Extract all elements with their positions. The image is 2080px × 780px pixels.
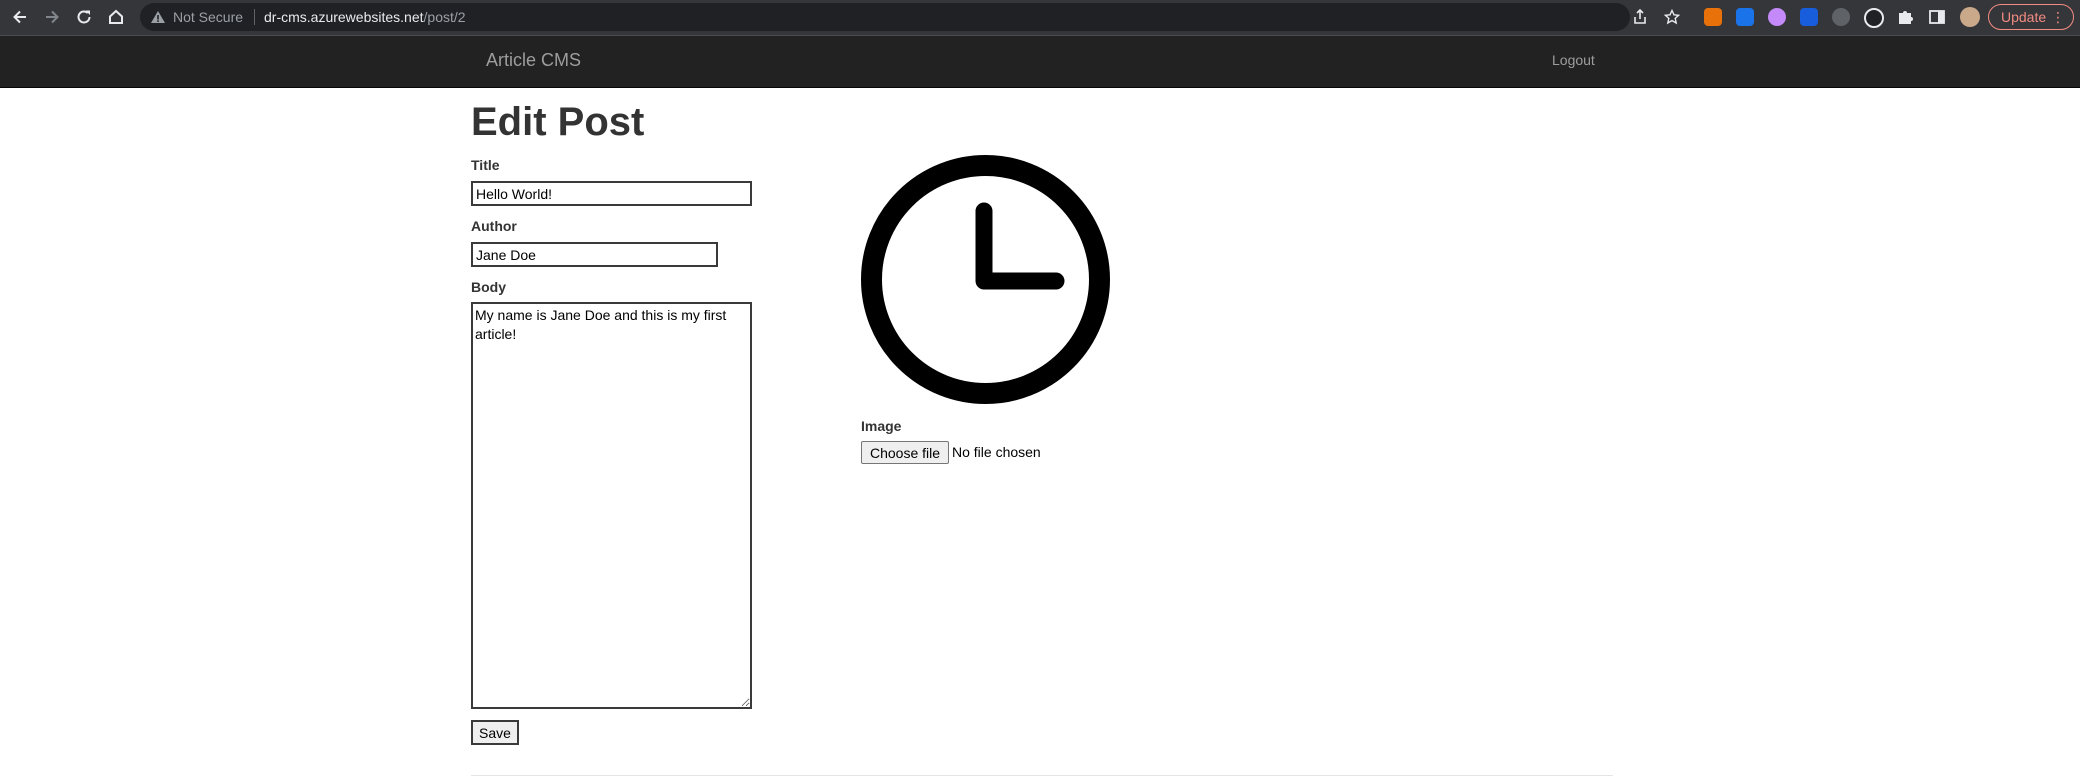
- download-extension-icon[interactable]: [1736, 8, 1754, 26]
- body-textarea[interactable]: My name is Jane Doe and this is my first…: [471, 302, 752, 709]
- site-navbar: Article CMS Logout: [0, 36, 2080, 88]
- image-label: Image: [861, 418, 902, 434]
- home-icon: [109, 9, 123, 24]
- shield-extension-icon[interactable]: [1800, 8, 1818, 26]
- back-arrow-icon: [13, 10, 26, 24]
- accessibility-extension-icon[interactable]: [1864, 8, 1884, 28]
- brand-link[interactable]: Article CMS: [486, 50, 581, 71]
- page-title: Edit Post: [471, 100, 645, 144]
- update-label: Update: [2001, 9, 2047, 25]
- title-label: Title: [471, 157, 500, 173]
- security-status[interactable]: Not Secure: [173, 9, 243, 25]
- address-bar[interactable]: Not Secure dr-cms.azurewebsites.net/post…: [140, 3, 1680, 31]
- url-host: dr-cms.azurewebsites.net: [264, 9, 424, 25]
- clock-icon: [861, 155, 1110, 404]
- author-label: Author: [471, 218, 517, 234]
- forward-arrow-icon: [46, 10, 59, 24]
- side-panel-icon[interactable]: [1928, 8, 1946, 26]
- back-button[interactable]: [8, 5, 32, 29]
- logout-link[interactable]: Logout: [1552, 52, 1595, 68]
- save-button[interactable]: Save: [471, 720, 519, 745]
- title-input[interactable]: [471, 181, 752, 206]
- rss-extension-icon[interactable]: [1704, 8, 1722, 26]
- choose-file-button[interactable]: Choose file: [861, 441, 949, 464]
- address-divider: [254, 9, 255, 25]
- url-path: /post/2: [423, 9, 466, 25]
- url-text[interactable]: dr-cms.azurewebsites.net/post/2: [264, 9, 466, 25]
- forward-button[interactable]: [40, 5, 64, 29]
- reload-button[interactable]: [72, 5, 96, 29]
- grey-extension-icon[interactable]: [1832, 8, 1850, 26]
- warning-icon: [151, 11, 165, 23]
- update-button[interactable]: Update ⋮: [1988, 4, 2074, 30]
- avatar[interactable]: [1960, 7, 1980, 27]
- reload-icon: [77, 10, 91, 24]
- browser-toolbar: Not Secure dr-cms.azurewebsites.net/post…: [0, 0, 2080, 36]
- footer-divider: [471, 775, 1613, 776]
- bookmark-star-icon[interactable]: [1664, 9, 1680, 25]
- file-status-text: No file chosen: [952, 444, 1041, 460]
- share-icon[interactable]: [1632, 9, 1648, 25]
- puzzle-icon[interactable]: [1896, 8, 1914, 26]
- home-button[interactable]: [104, 5, 128, 29]
- more-vert-icon: ⋮: [2051, 9, 2065, 25]
- body-label: Body: [471, 279, 506, 295]
- author-input[interactable]: [471, 242, 718, 267]
- face-extension-icon[interactable]: [1768, 8, 1786, 26]
